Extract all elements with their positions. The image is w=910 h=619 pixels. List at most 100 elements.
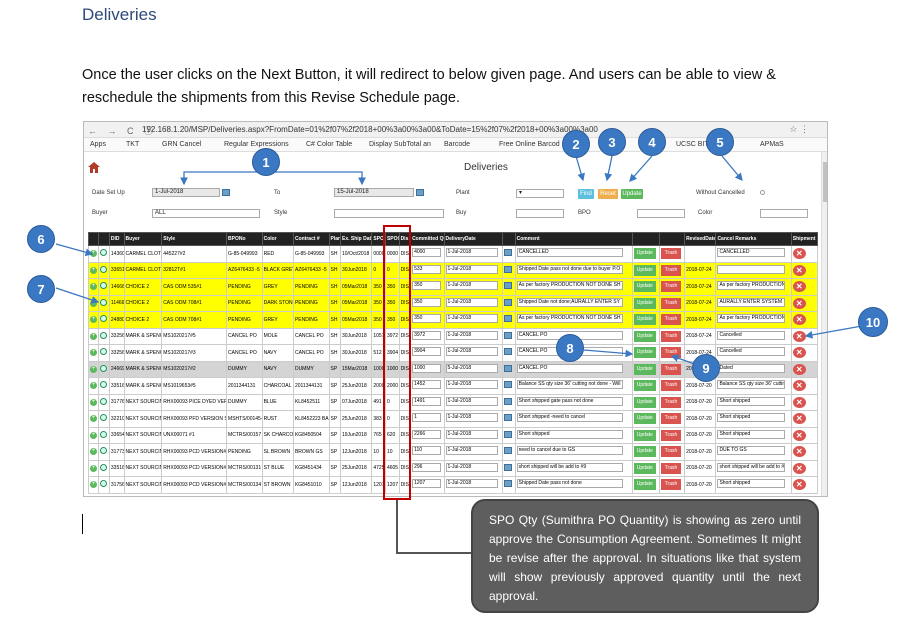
row-update-button[interactable]: Update — [633, 429, 656, 441]
comment-input[interactable]: Balance SS qty size 36' cutting not done… — [516, 380, 623, 390]
cancel-remarks-input[interactable]: Dated — [717, 363, 785, 373]
calendar-icon[interactable] — [504, 348, 513, 356]
delivery-date-input[interactable]: 1-Jul-2018 — [445, 413, 498, 423]
delivery-date-input[interactable]: 1-Jul-2018 — [445, 446, 498, 456]
row-trash-button[interactable]: Trash — [660, 429, 681, 441]
delivery-date-input[interactable]: 1-Jul-2018 — [445, 380, 498, 390]
refresh-icon[interactable] — [100, 348, 108, 356]
refresh-icon[interactable] — [100, 315, 108, 323]
committed-qty-input[interactable]: 1207 — [412, 479, 441, 489]
reset-button[interactable]: Reset — [598, 189, 618, 199]
cancel-shipment-icon[interactable]: ✕ — [792, 380, 806, 392]
cancel-shipment-icon[interactable]: ✕ — [792, 363, 806, 375]
comment-input[interactable]: Shipped Date not done;AURALLY ENTER SY — [516, 297, 623, 307]
row-trash-button[interactable]: Trash — [660, 479, 681, 491]
add-icon[interactable]: + — [90, 431, 97, 439]
delivery-date-input[interactable]: 1-Jul-2018 — [445, 264, 498, 274]
comment-input[interactable]: As per factory PRODUCTION NOT DONE SH — [516, 281, 623, 291]
refresh-icon[interactable] — [100, 463, 108, 471]
cancel-remarks-input[interactable]: DUE TO GS — [717, 446, 785, 456]
add-icon[interactable]: + — [90, 349, 97, 357]
comment-input[interactable]: Shipped Date pass not done due to buyer … — [516, 264, 623, 274]
cancel-shipment-icon[interactable]: ✕ — [792, 264, 806, 276]
calendar-icon[interactable] — [504, 430, 513, 438]
row-trash-button[interactable]: Trash — [660, 248, 681, 260]
cancel-remarks-input[interactable]: Short shipped — [717, 413, 785, 423]
refresh-icon[interactable] — [100, 480, 108, 488]
cancel-remarks-input[interactable]: As per factory PRODUCTION NOT DONE S — [717, 281, 785, 291]
committed-qty-input[interactable]: 3904 — [412, 347, 441, 357]
row-trash-button[interactable]: Trash — [660, 264, 681, 276]
add-icon[interactable]: + — [90, 415, 97, 423]
committed-qty-input[interactable]: 350 — [412, 314, 441, 324]
committed-qty-input[interactable]: 533 — [412, 264, 441, 274]
comment-input[interactable]: Short shipped — [516, 429, 623, 439]
cancel-remarks-input[interactable]: As per factory PRODUCTION NOT DONE S — [717, 314, 785, 324]
cancel-shipment-icon[interactable]: ✕ — [792, 462, 806, 474]
refresh-icon[interactable] — [100, 447, 108, 455]
calendar-icon[interactable] — [222, 189, 230, 196]
cancel-shipment-icon[interactable]: ✕ — [792, 297, 806, 309]
find-button[interactable]: Find — [578, 189, 594, 199]
row-update-button[interactable]: Update — [633, 248, 656, 260]
buy-select[interactable] — [516, 209, 564, 218]
row-trash-button[interactable]: Trash — [660, 281, 681, 293]
calendar-icon[interactable] — [416, 189, 424, 196]
bookmark-color-table[interactable]: C# Color Table — [306, 141, 352, 148]
row-trash-button[interactable]: Trash — [660, 396, 681, 408]
refresh-icon[interactable] — [100, 249, 108, 257]
row-trash-button[interactable]: Trash — [660, 363, 681, 375]
comment-input[interactable]: short shipped will be add to #9 — [516, 462, 623, 472]
cancel-shipment-icon[interactable]: ✕ — [792, 330, 806, 342]
cancel-shipment-icon[interactable]: ✕ — [792, 429, 806, 441]
row-update-button[interactable]: Update — [633, 413, 656, 425]
comment-input[interactable]: Shipped Date pass not done — [516, 479, 623, 489]
without-cancelled-checkbox[interactable] — [760, 190, 765, 195]
style-select[interactable] — [334, 209, 444, 218]
calendar-icon[interactable] — [504, 463, 513, 471]
bookmark-tkt[interactable]: TKT — [126, 141, 139, 148]
url-text[interactable]: 192.168.1.20/MSP/Deliveries.aspx?FromDat… — [142, 125, 598, 134]
calendar-icon[interactable] — [504, 331, 513, 339]
row-trash-button[interactable]: Trash — [660, 380, 681, 392]
add-icon[interactable]: + — [90, 283, 97, 291]
bookmark-star-icon[interactable]: ☆ ⋮ — [789, 124, 809, 135]
cancel-shipment-icon[interactable]: ✕ — [792, 314, 806, 326]
calendar-icon[interactable] — [504, 447, 513, 455]
calendar-icon[interactable] — [504, 414, 513, 422]
committed-qty-input[interactable]: 1491 — [412, 396, 441, 406]
delivery-date-input[interactable]: 1-Jul-2018 — [445, 396, 498, 406]
committed-qty-input[interactable]: 2266 — [412, 429, 441, 439]
add-icon[interactable]: + — [90, 382, 97, 390]
refresh-icon[interactable] — [100, 397, 108, 405]
refresh-icon[interactable] — [100, 282, 108, 290]
committed-qty-input[interactable]: 350 — [412, 281, 441, 291]
cancel-shipment-icon[interactable]: ✕ — [792, 479, 806, 491]
row-update-button[interactable]: Update — [633, 330, 656, 342]
bookmark-apmas[interactable]: APMaS — [760, 141, 784, 148]
date-from-input[interactable]: 1-Jul-2018 — [152, 188, 220, 197]
bookmark-apps[interactable]: Apps — [90, 141, 106, 148]
buyer-select[interactable]: ALL — [152, 209, 260, 218]
calendar-icon[interactable] — [504, 298, 513, 306]
refresh-icon[interactable] — [100, 298, 108, 306]
page-scrollbar[interactable] — [821, 152, 827, 496]
add-icon[interactable]: + — [90, 398, 97, 406]
calendar-icon[interactable] — [504, 381, 513, 389]
bookmark-free-barcode[interactable]: Free Online Barcod — [499, 141, 560, 148]
calendar-icon[interactable] — [504, 315, 513, 323]
cancel-remarks-input[interactable]: AURALLY ENTER SYSTEM — [717, 297, 785, 307]
add-icon[interactable]: + — [90, 448, 97, 456]
row-update-button[interactable]: Update — [633, 479, 656, 491]
calendar-icon[interactable] — [504, 480, 513, 488]
cancel-remarks-input[interactable]: short shipped will be add to #9 — [717, 462, 785, 472]
row-update-button[interactable]: Update — [633, 347, 656, 359]
calendar-icon[interactable] — [504, 364, 513, 372]
cancel-remarks-input[interactable]: Short shipped — [717, 479, 785, 489]
committed-qty-input[interactable]: 3972 — [412, 330, 441, 340]
delivery-date-input[interactable]: 1-Jul-2018 — [445, 330, 498, 340]
comment-input[interactable]: Short shipped -need to cancel — [516, 413, 623, 423]
cancel-remarks-input[interactable]: CANCELLED — [717, 248, 785, 258]
comment-input[interactable]: CANCELLED — [516, 248, 623, 258]
plant-select[interactable]: ▾ — [516, 189, 564, 198]
